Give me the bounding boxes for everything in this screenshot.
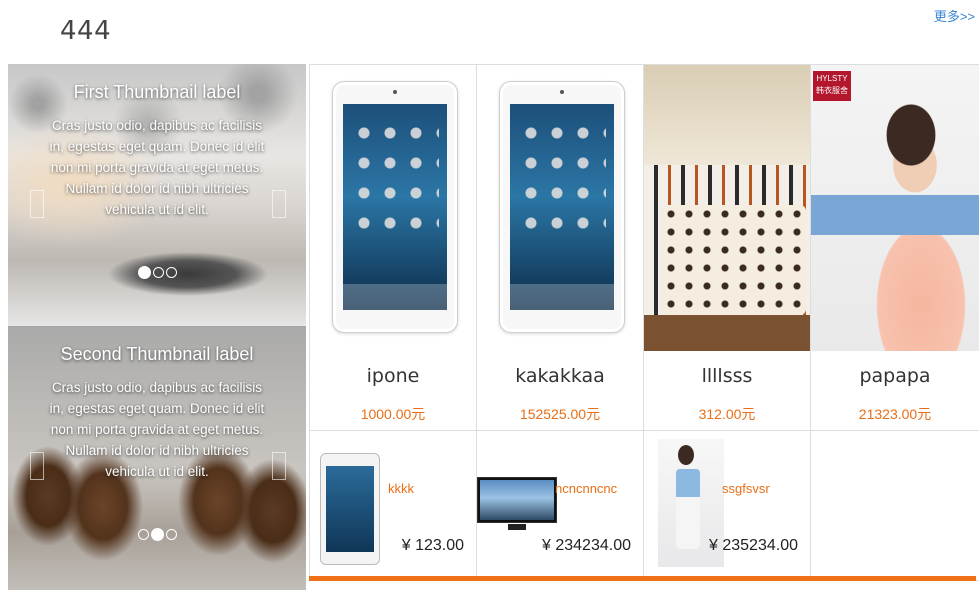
carousel-2[interactable]: Second Thumbnail label Cras justo odio, …: [8, 326, 306, 590]
carousel-1-prev-arrow-icon[interactable]: [30, 190, 44, 218]
carousel-1-indicators[interactable]: [8, 264, 306, 282]
carousel-2-dot-3[interactable]: [165, 529, 177, 541]
product-card[interactable]: ipone 1000.00元: [310, 65, 477, 431]
product-card[interactable]: llllsss 312.00元: [644, 65, 811, 431]
carousel-2-caption: Cras justo odio, dapibus ac facilisis in…: [49, 380, 265, 479]
product-image[interactable]: [310, 65, 476, 351]
product-list-item[interactable]: ssgfsvsr ¥ 235234.00: [644, 431, 811, 581]
product-price: 21323.00元: [858, 406, 932, 422]
product-list-item[interactable]: ncncnncnc ¥ 234234.00: [477, 431, 644, 581]
empty-product-slot: [811, 431, 979, 581]
product-name[interactable]: llllsss: [644, 365, 810, 387]
product-name[interactable]: ipone: [310, 365, 476, 387]
product-name[interactable]: kkkk: [388, 481, 414, 496]
carousel-1-next-arrow-icon[interactable]: [272, 190, 286, 218]
carousel-1[interactable]: First Thumbnail label Cras justo odio, d…: [8, 64, 306, 326]
product-name[interactable]: papapa: [811, 365, 979, 387]
product-price: ¥ 123.00: [401, 537, 464, 554]
carousel-2-next-arrow-icon[interactable]: [272, 452, 286, 480]
carousel-1-dot-3[interactable]: [165, 267, 177, 279]
product-name[interactable]: ncncnncnc: [555, 481, 617, 496]
product-grid: ipone 1000.00元 kakakkaa 152525.00元 lllls…: [309, 64, 979, 582]
product-price: 152525.00元: [519, 406, 601, 422]
product-image[interactable]: HYLSTY 韩衣服舍: [811, 65, 979, 351]
product-name[interactable]: ssgfsvsr: [722, 481, 770, 496]
carousel-2-dot-1[interactable]: [137, 529, 149, 541]
product-thumbnail[interactable]: [320, 447, 380, 565]
more-link[interactable]: 更多>>: [934, 6, 975, 25]
carousel-1-dot-1[interactable]: [137, 266, 151, 280]
product-image[interactable]: [644, 65, 810, 351]
product-card[interactable]: HYLSTY 韩衣服舍 papapa 21323.00元: [811, 65, 979, 431]
product-card[interactable]: kakakkaa 152525.00元: [477, 65, 644, 431]
product-price: ¥ 234234.00: [542, 537, 631, 554]
carousel-2-indicators[interactable]: [8, 526, 306, 544]
product-list-item[interactable]: kkkk ¥ 123.00: [310, 431, 477, 581]
product-thumbnail[interactable]: [654, 439, 724, 567]
product-price: 312.00元: [698, 406, 756, 422]
accent-divider: [309, 576, 976, 581]
carousel-2-title: Second Thumbnail label: [60, 344, 254, 364]
product-image[interactable]: [477, 65, 643, 351]
carousel-1-title: First Thumbnail label: [73, 82, 241, 102]
carousel-2-prev-arrow-icon[interactable]: [30, 452, 44, 480]
product-price: 1000.00元: [360, 406, 426, 422]
product-name[interactable]: kakakkaa: [477, 365, 643, 387]
product-price: ¥ 235234.00: [709, 537, 798, 554]
carousel-column: First Thumbnail label Cras justo odio, d…: [8, 64, 306, 590]
carousel-1-dot-2[interactable]: [152, 267, 164, 279]
carousel-1-caption: Cras justo odio, dapibus ac facilisis in…: [49, 118, 265, 217]
brand-logo: HYLSTY 韩衣服舍: [813, 71, 851, 101]
section-title: 444: [60, 16, 112, 46]
carousel-2-dot-2[interactable]: [150, 528, 164, 542]
